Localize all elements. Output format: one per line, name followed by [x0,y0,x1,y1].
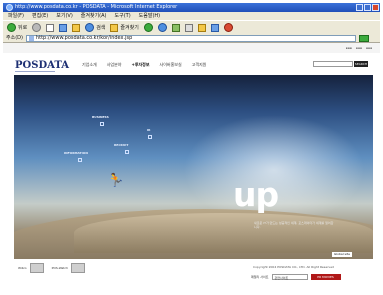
back-button[interactable]: 뒤로 [7,23,27,32]
hero-headline: up [233,175,279,214]
hero-link-recruit[interactable]: RECRUIT [114,143,128,147]
poswatch-label: POS-Watch [51,266,69,270]
menu-view[interactable]: 보기(V) [56,12,73,20]
bottom-border [0,288,383,295]
top-strip: ▪▪▪ ▪▪▪ ▪▪▪ [3,43,380,53]
hero-dot[interactable] [100,122,104,126]
device-thumbnail [71,263,86,273]
go-button[interactable] [358,34,369,42]
copyright-text: Copyright 2004 POSDATA CO., LTD. All Rig… [253,265,334,269]
nav-support[interactable]: 고객지원 [192,62,207,68]
messenger-icon[interactable] [210,23,219,32]
poswatch-banner[interactable]: POS-Watch [51,263,86,273]
logo-text: POSDATA [15,60,69,71]
website-content: ▪▪▪ ▪▪▪ ▪▪▪ POSDATA 기업소개 사업분야 +투자정보 사이버홍… [3,43,380,288]
page-icon [28,35,34,41]
tool-icon[interactable] [223,23,233,32]
menu-file[interactable]: 파일(F) [8,12,24,20]
ie-icon [6,4,13,11]
footer-controls: 패밀리 사이트 관련사이트 PR MOVIES [251,274,341,280]
minimize-button[interactable] [356,4,363,11]
site-search-input[interactable] [313,61,353,67]
home-button[interactable] [72,23,81,32]
search-icon [85,23,95,32]
address-label: 주소(D) [6,34,23,41]
hero-dot[interactable] [148,135,152,139]
hero-link-information[interactable]: INFORMATION [64,151,88,155]
menu-help[interactable]: 도움말(H) [139,12,160,20]
top-link[interactable]: ▪▪▪ [366,46,372,50]
hero-link-business[interactable]: BUSINESS [92,115,109,119]
hero-link-ir[interactable]: IR [147,128,150,132]
window-titlebar: http://www.posdata.co.kr - POSDATA - Mic… [3,3,380,12]
site-search: SEARCH [313,61,368,67]
maximize-button[interactable] [364,4,371,11]
nav-business[interactable]: 사업분야 [107,62,122,68]
global-site-tab[interactable]: Global site [332,252,352,257]
top-link[interactable]: ▪▪▪ [356,46,362,50]
close-button[interactable] [372,4,379,11]
top-links: ▪▪▪ ▪▪▪ ▪▪▪ [346,46,372,50]
refresh-button[interactable] [59,23,68,32]
history-button[interactable] [157,23,167,32]
favorites-label: 즐겨찾기 [120,25,139,31]
screenshot-frame: http://www.posdata.co.kr - POSDATA - Mic… [0,0,383,295]
site-search-button[interactable]: SEARCH [354,61,368,67]
hero-caption: 새로운 IT가 만드는 성공적인 세계, 포스데이타가 세계를 열어갑니다. [254,221,334,229]
menu-tools[interactable]: 도구(T) [115,12,131,20]
footer-logos: Wibro POS-Watch [18,263,86,273]
menubar: 파일(F) 편집(E) 보기(V) 즐겨찾기(A) 도구(T) 도움말(H) [3,12,380,20]
menu-edit[interactable]: 편집(E) [32,12,48,20]
wibro-banner[interactable]: Wibro [18,263,44,273]
folder-icon[interactable] [197,23,206,32]
wibro-label: Wibro [18,266,27,270]
mail-button[interactable] [171,23,180,32]
menu-favorites[interactable]: 즐겨찾기(A) [81,12,107,20]
favorites-button[interactable]: 즐겨찾기 [110,23,139,32]
sand-dune-front [74,213,373,253]
device-thumbnail [29,263,44,273]
forward-button[interactable] [32,23,42,32]
window-title: http://www.posdata.co.kr - POSDATA - Mic… [15,4,178,10]
family-site-label: 패밀리 사이트 [251,275,269,279]
nav-investor[interactable]: +투자정보 [131,62,149,68]
search-button[interactable]: 검색 [85,23,105,32]
media-button[interactable] [143,23,153,32]
address-value: http://www.posdata.co.kr/kor/index.jsp [35,34,133,41]
logo-underline [15,71,55,72]
back-arrow-icon [7,23,16,32]
hero-dot[interactable] [125,150,129,154]
search-label: 검색 [96,25,106,31]
nav-company[interactable]: 기업소개 [82,62,97,68]
jumping-man-figure: 🏃 [105,170,127,191]
back-label: 뒤로 [18,25,28,31]
family-site-select[interactable]: 관련사이트 [271,274,308,280]
hero-banner: BUSINESS IR RECRUIT INFORMATION 🏃 up 새로운… [14,75,373,259]
hero-dot[interactable] [78,158,82,162]
main-nav: 기업소개 사업분야 +투자정보 사이버홍보실 고객지원 [82,62,206,68]
stop-button[interactable] [46,23,55,32]
site-logo[interactable]: POSDATA [15,60,69,72]
pr-movies-button[interactable]: PR MOVIES [310,274,341,280]
nav-pr[interactable]: 사이버홍보실 [160,62,182,68]
print-button[interactable] [184,23,193,32]
address-bar: 주소(D) http://www.posdata.co.kr/kor/index… [3,34,380,43]
toolbar: 뒤로 검색 즐겨찾기 [3,20,380,34]
star-icon [110,23,119,32]
address-input[interactable]: http://www.posdata.co.kr/kor/index.jsp [25,34,356,42]
window-controls [356,4,379,11]
top-link[interactable]: ▪▪▪ [346,46,352,50]
